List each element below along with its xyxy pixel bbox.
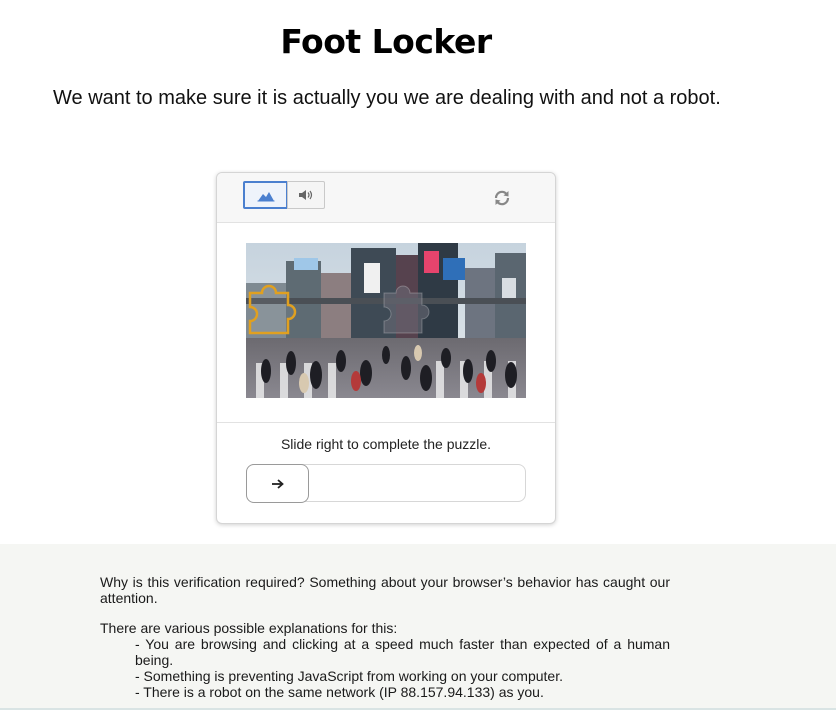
reason-item: - You are browsing and clicking at a spe… — [135, 636, 670, 668]
speaker-icon — [299, 190, 313, 200]
explanation-question: Why is this verification required? Somet… — [100, 574, 670, 606]
captcha-instruction: Slide right to complete the puzzle. — [280, 436, 492, 452]
explanation-intro: There are various possible explanations … — [100, 620, 398, 636]
explanation-section: Why is this verification required? Somet… — [0, 544, 836, 710]
captcha-divider — [217, 422, 555, 423]
reason-item: - There is a robot on the same network (… — [135, 684, 544, 700]
slider-handle[interactable] — [246, 464, 309, 503]
image-mode-button[interactable] — [243, 181, 288, 209]
puzzle-slot — [383, 285, 430, 334]
puzzle-piece[interactable] — [248, 284, 297, 335]
page-subtitle: We want to make sure it is actually you … — [53, 87, 721, 109]
foot-locker-logo: Foot Locker — [280, 22, 492, 61]
reason-item: - Something is preventing JavaScript fro… — [135, 668, 563, 684]
arrow-right-icon — [271, 478, 284, 489]
refresh-button[interactable] — [492, 188, 512, 208]
puzzle-image — [246, 243, 526, 398]
captcha-header — [217, 173, 555, 223]
image-icon — [257, 192, 274, 202]
audio-mode-button[interactable] — [287, 181, 325, 209]
refresh-icon — [494, 190, 510, 206]
captcha-widget: Slide right to complete the puzzle. — [216, 172, 556, 524]
